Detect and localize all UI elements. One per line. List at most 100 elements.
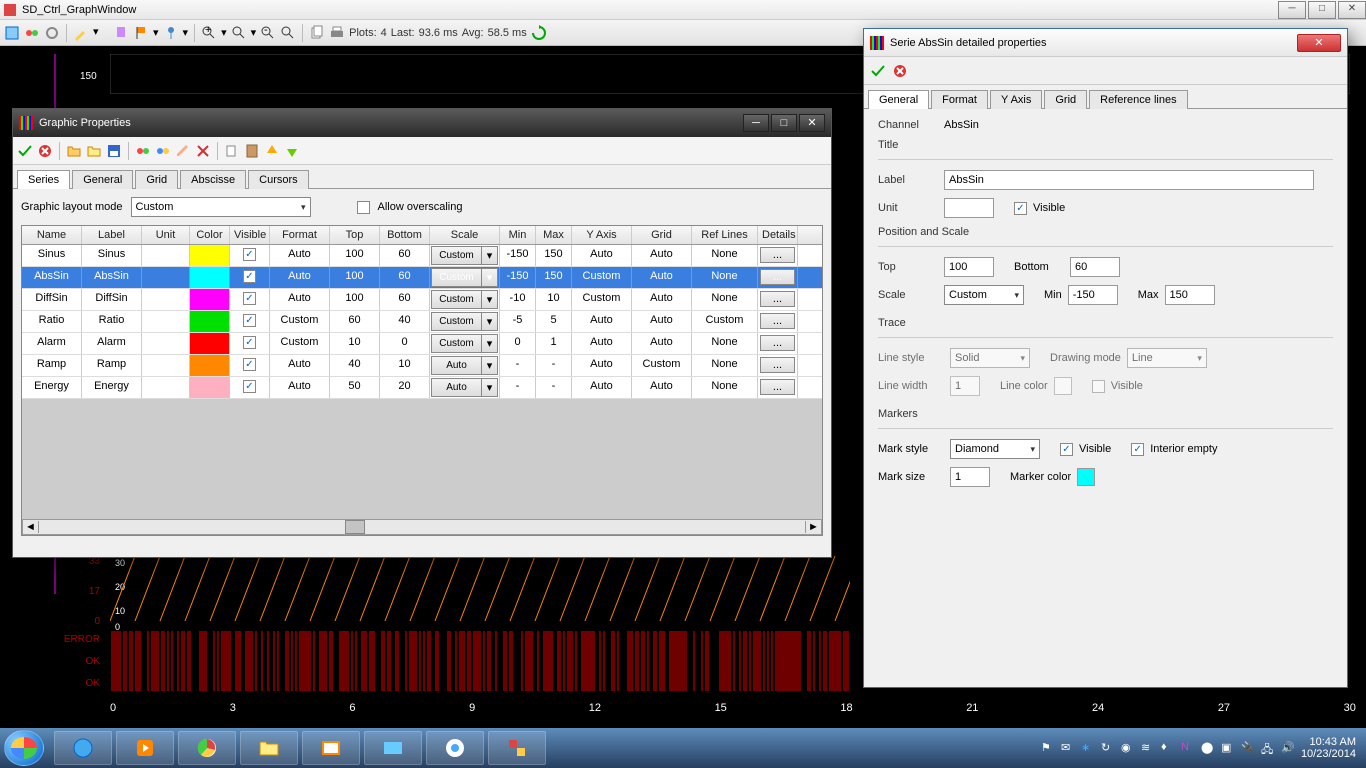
visible-checkbox[interactable]: ✓ [243, 292, 256, 305]
visible-checkbox[interactable]: ✓ [243, 248, 256, 261]
close-button[interactable]: ✕ [1338, 1, 1366, 19]
visible-checkbox[interactable]: ✓ [243, 270, 256, 283]
serie-properties-dialog[interactable]: Serie AbsSin detailed properties ✕ Gener… [863, 28, 1348, 688]
column-header[interactable]: Name [22, 226, 82, 244]
scale-dropdown[interactable]: Auto▾ [431, 378, 498, 397]
color-swatch[interactable] [190, 245, 229, 266]
tool-icon[interactable] [4, 25, 20, 41]
taskbar[interactable]: ⚑ ✉ ∗ ↻ ◉ ≋ ♦ N ⬤ ▣ 🔌 🖧 🔊 10:43 AM 10/23… [0, 728, 1366, 768]
cancel-icon[interactable] [37, 143, 53, 159]
close-button[interactable]: ✕ [799, 114, 825, 132]
mark-visible-checkbox[interactable]: ✓ [1060, 443, 1073, 456]
tab-y-axis[interactable]: Y Axis [990, 90, 1042, 109]
zoom-reset-icon[interactable] [280, 25, 296, 41]
task-ie[interactable] [54, 731, 112, 765]
visible-checkbox[interactable]: ✓ [243, 380, 256, 393]
tray-flag-icon[interactable]: ⚑ [1041, 741, 1055, 755]
scale-dropdown[interactable]: Custom▾ [431, 290, 498, 309]
zoom-out-icon[interactable]: - [260, 25, 276, 41]
table-row[interactable]: AlarmAlarm✓Custom100Custom▾01AutoAutoNon… [22, 333, 822, 355]
details-button[interactable]: ... [760, 247, 795, 263]
open-icon[interactable] [66, 143, 82, 159]
top-input[interactable] [944, 257, 994, 277]
scroll-thumb[interactable] [345, 520, 365, 534]
table-row[interactable]: SinusSinus✓Auto10060Custom▾-150150AutoAu… [22, 245, 822, 267]
horizontal-scrollbar[interactable]: ◄ ► [22, 519, 822, 535]
table-row[interactable]: DiffSinDiffSin✓Auto10060Custom▾-1010Cust… [22, 289, 822, 311]
picker-icon[interactable]: ▾ [93, 25, 109, 41]
tab-format[interactable]: Format [931, 90, 988, 109]
color-swatch[interactable] [190, 289, 229, 310]
check-icon[interactable] [17, 143, 33, 159]
task-chrome2[interactable] [426, 731, 484, 765]
print-icon[interactable] [329, 25, 345, 41]
scale-combo[interactable]: Custom [944, 285, 1024, 305]
column-header[interactable]: Grid [632, 226, 692, 244]
up-arrow-icon[interactable] [264, 143, 280, 159]
tray-power-icon[interactable]: 🔌 [1241, 741, 1255, 755]
visible-checkbox[interactable]: ✓ [1014, 202, 1027, 215]
scroll-right-button[interactable]: ► [805, 521, 821, 533]
copy-icon[interactable] [224, 143, 240, 159]
task-explorer[interactable] [240, 731, 298, 765]
visible-checkbox[interactable]: ✓ [243, 314, 256, 327]
unit-input[interactable] [944, 198, 994, 218]
scroll-left-button[interactable]: ◄ [23, 521, 39, 533]
task-app2[interactable] [488, 731, 546, 765]
clock[interactable]: 10:43 AM 10/23/2014 [1301, 736, 1356, 760]
settings-icon[interactable] [44, 25, 60, 41]
save-icon[interactable] [106, 143, 122, 159]
interior-checkbox[interactable]: ✓ [1131, 443, 1144, 456]
column-header[interactable]: Label [82, 226, 142, 244]
down-arrow-icon[interactable] [284, 143, 300, 159]
gp-titlebar[interactable]: Graphic Properties ─ □ ✕ [13, 109, 831, 137]
tray-net-icon[interactable]: ◉ [1121, 741, 1135, 755]
max-input[interactable] [1165, 285, 1215, 305]
table-row[interactable]: AbsSinAbsSin✓Auto10060Custom▾-150150Cust… [22, 267, 822, 289]
min-input[interactable] [1068, 285, 1118, 305]
tray-note-icon[interactable]: N [1181, 741, 1195, 755]
column-header[interactable]: Format [270, 226, 330, 244]
column-header[interactable]: Y Axis [572, 226, 632, 244]
marker-icon[interactable] [113, 25, 129, 41]
edit-icon[interactable] [175, 143, 191, 159]
refresh-icon[interactable] [531, 25, 547, 41]
color-swatch[interactable] [190, 355, 229, 376]
trace-visible-checkbox[interactable] [1092, 380, 1105, 393]
details-button[interactable]: ... [760, 379, 795, 395]
tab-general[interactable]: General [868, 90, 929, 109]
task-media[interactable] [116, 731, 174, 765]
main-titlebar[interactable]: SD_Ctrl_GraphWindow ─ □ ✕ [0, 0, 1366, 20]
zoom-in-icon[interactable]: + [201, 25, 217, 41]
details-button[interactable]: ... [760, 269, 795, 285]
column-header[interactable]: Min [500, 226, 536, 244]
column-header[interactable]: Max [536, 226, 572, 244]
visible-checkbox[interactable]: ✓ [243, 358, 256, 371]
tray-app-icon[interactable]: ▣ [1221, 741, 1235, 755]
column-header[interactable]: Top [330, 226, 380, 244]
brush-icon[interactable] [73, 25, 89, 41]
bottom-input[interactable] [1070, 257, 1120, 277]
check-icon[interactable] [870, 63, 886, 79]
copy-icon[interactable] [309, 25, 325, 41]
color-swatch[interactable] [190, 311, 229, 332]
label-input[interactable] [944, 170, 1314, 190]
column-header[interactable]: Bottom [380, 226, 430, 244]
refspectrum-icon[interactable] [155, 143, 171, 159]
details-button[interactable]: ... [760, 291, 795, 307]
tray-sync-icon[interactable]: ↻ [1101, 741, 1115, 755]
spectrum-icon[interactable] [24, 25, 40, 41]
details-button[interactable]: ... [760, 313, 795, 329]
marksize-input[interactable] [950, 467, 990, 487]
zoom-fit-icon[interactable] [231, 25, 247, 41]
column-header[interactable]: Unit [142, 226, 190, 244]
graphic-properties-dialog[interactable]: Graphic Properties ─ □ ✕ SeriesGeneralGr… [12, 108, 832, 558]
tab-reference-lines[interactable]: Reference lines [1089, 90, 1187, 109]
tray-vol-icon[interactable]: 🔊 [1281, 741, 1295, 755]
tab-series[interactable]: Series [17, 170, 70, 189]
color-swatch[interactable] [190, 377, 229, 398]
overscale-checkbox[interactable] [357, 201, 370, 214]
color-swatch[interactable] [190, 267, 229, 288]
tray-net2-icon[interactable]: 🖧 [1261, 741, 1275, 755]
task-chrome[interactable] [178, 731, 236, 765]
